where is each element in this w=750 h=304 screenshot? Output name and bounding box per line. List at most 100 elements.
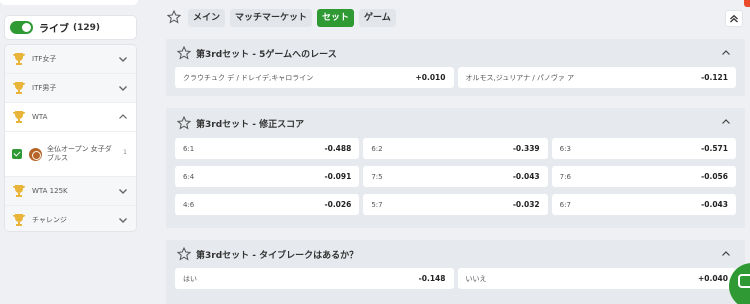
selection-name: 7:6 — [559, 172, 571, 181]
odds-value: -0.488 — [324, 144, 352, 153]
sidebar-subitem-french-open-doubles[interactable]: 全仏オープン 女子ダブルス 1 — [5, 132, 136, 177]
tab-main[interactable]: メイン — [188, 9, 226, 27]
tab-set[interactable]: セット — [317, 9, 355, 27]
market-section: 第3rdセット - タイブレークはあるか？ はい -0.148 いいえ +0.040 — [166, 240, 745, 304]
chevron-up-icon[interactable] — [118, 112, 128, 122]
odds-row: はい -0.148 いいえ +0.040 — [166, 268, 745, 289]
odds-cell[interactable]: 6:7 -0.043 — [551, 194, 736, 215]
odds-cell[interactable]: いいえ +0.040 — [457, 268, 736, 289]
odds-value: -0.043 — [512, 172, 540, 181]
odds-cell[interactable]: はい -0.148 — [175, 268, 454, 289]
double-chevron-up-icon — [730, 14, 738, 23]
odds-value: -0.032 — [512, 200, 540, 209]
odds-cell[interactable]: オルモス,ジュリアナ / パノヴァ ア -0.121 — [457, 67, 736, 88]
odds-value: -0.571 — [701, 144, 728, 153]
favorite-star-icon[interactable] — [177, 46, 191, 60]
market-section: 第3rdセット - 5ゲームへのレース クラウチュク デ / ドレイデ,キャロラ… — [166, 39, 745, 96]
chevron-up-icon[interactable] — [721, 117, 731, 127]
odds-value: -0.026 — [324, 200, 352, 209]
odds-value: +0.010 — [415, 73, 446, 82]
favorite-star-icon[interactable] — [177, 116, 191, 130]
main-content: メイン マッチマーケット セット ゲーム 第3rdセット - 5ゲームへのレース… — [150, 0, 750, 304]
market-tabs: メイン マッチマーケット セット ゲーム — [188, 9, 396, 27]
selection-name: いいえ — [465, 274, 487, 283]
odds-cell[interactable]: クラウチュク デ / ドレイデ,キャロライン +0.010 — [175, 67, 454, 88]
collapse-all-button[interactable] — [725, 10, 743, 27]
tab-game[interactable]: ゲーム — [359, 9, 396, 27]
odds-cell[interactable]: 6:1 -0.488 — [175, 138, 360, 159]
odds-value: -0.056 — [701, 172, 728, 181]
odds-row: クラウチュク デ / ドレイデ,キャロライン +0.010 オルモス,ジュリアナ… — [166, 67, 745, 88]
selection-name: 6:2 — [371, 144, 383, 153]
chevron-down-icon[interactable] — [118, 186, 128, 196]
selection-name: オルモス,ジュリアナ / パノヴァ ア — [465, 73, 575, 82]
trophy-icon — [13, 185, 25, 197]
section-header[interactable]: 第3rdセット - タイブレークはあるか？ — [166, 240, 745, 268]
sidebar-top-strip — [0, 0, 138, 5]
sidebar-item-label: WTA — [32, 113, 48, 121]
selection-name: 6:1 — [183, 144, 195, 153]
selection-name: 7:5 — [371, 172, 383, 181]
selection-name: はい — [183, 274, 197, 283]
odds-row: 6:4 -0.091 7:5 -0.043 7:6 -0.056 — [166, 166, 745, 187]
section-header[interactable]: 第3rdセット - 5ゲームへのレース — [166, 39, 745, 67]
live-count: (129) — [73, 22, 101, 33]
trophy-icon — [13, 111, 25, 123]
notification-badge — [744, 0, 750, 7]
odds-value: -0.148 — [418, 274, 446, 283]
section-title: 第3rdセット - 5ゲームへのレース — [196, 49, 337, 60]
live-toggle[interactable] — [10, 21, 33, 34]
section-header[interactable]: 第3rdセット - 修正スコア — [166, 108, 745, 138]
sidebar-item-label: チャレンジ — [32, 216, 67, 224]
selection-name: 6:7 — [559, 200, 571, 209]
selection-name: 4:6 — [183, 200, 195, 209]
odds-cell[interactable]: 7:6 -0.056 — [551, 166, 736, 187]
trophy-icon — [13, 214, 25, 226]
favorite-star-icon[interactable] — [177, 247, 191, 261]
odds-value: -0.121 — [701, 73, 728, 82]
live-toggle-box[interactable]: ライブ (129) — [4, 15, 137, 40]
odds-value: -0.091 — [324, 172, 352, 181]
chevron-up-icon[interactable] — [721, 48, 731, 58]
odds-cell[interactable]: 4:6 -0.026 — [175, 194, 360, 215]
favorite-star-icon[interactable] — [167, 10, 181, 24]
sidebar-item-label: ITF女子 — [32, 55, 57, 63]
chevron-down-icon[interactable] — [118, 83, 128, 93]
selected-checkbox[interactable] — [12, 149, 22, 159]
sidebar-item-challenger[interactable]: チャレンジ — [5, 206, 136, 231]
odds-cell[interactable]: 6:4 -0.091 — [175, 166, 360, 187]
chevron-down-icon[interactable] — [118, 215, 128, 225]
sidebar-item-itf-men[interactable]: ITF男子 — [5, 74, 136, 103]
odds-cell[interactable]: 5:7 -0.032 — [363, 194, 548, 215]
tab-match-market[interactable]: マッチマーケット — [230, 9, 313, 27]
odds-value: -0.339 — [512, 144, 540, 153]
selection-name: 6:3 — [559, 144, 571, 153]
tournament-list: ITF女子 ITF男子 WTA 全仏オープン 女子ダブルス 1 WTA 125K… — [4, 44, 137, 232]
sidebar: ライブ (129) ITF女子 ITF男子 WTA 全仏オープン 女子ダブルス … — [0, 0, 150, 304]
selection-name: 6:4 — [183, 172, 195, 181]
odds-cell[interactable]: 6:3 -0.571 — [551, 138, 736, 159]
odds-cell[interactable]: 6:2 -0.339 — [363, 138, 548, 159]
trophy-icon — [13, 53, 25, 65]
odds-value: -0.043 — [701, 200, 728, 209]
sidebar-item-wta[interactable]: WTA — [5, 103, 136, 132]
chat-icon — [738, 274, 750, 288]
odds-cell[interactable]: 7:5 -0.043 — [363, 166, 548, 187]
tennis-ball-icon — [29, 147, 42, 161]
sidebar-item-itf-women[interactable]: ITF女子 — [5, 45, 136, 74]
odds-row: 6:1 -0.488 6:2 -0.339 6:3 -0.571 — [166, 138, 745, 159]
section-title: 第3rdセット - 修正スコア — [196, 119, 305, 130]
subitem-count: 1 — [123, 149, 127, 156]
sidebar-item-wta-125k[interactable]: WTA 125K — [5, 177, 136, 206]
live-label: ライブ — [39, 24, 69, 35]
chevron-down-icon[interactable] — [118, 54, 128, 64]
odds-row: 4:6 -0.026 5:7 -0.032 6:7 -0.043 — [166, 194, 745, 215]
trophy-icon — [13, 82, 25, 94]
section-title: 第3rdセット - タイブレークはあるか？ — [196, 250, 359, 261]
odds-value: +0.040 — [697, 274, 728, 283]
sidebar-item-label: ITF男子 — [32, 84, 57, 92]
selection-name: クラウチュク デ / ドレイデ,キャロライン — [183, 73, 314, 82]
selection-name: 5:7 — [371, 200, 383, 209]
market-section: 第3rdセット - 修正スコア 6:1 -0.488 6:2 -0.339 6:3 -… — [166, 108, 745, 228]
chevron-up-icon[interactable] — [721, 249, 731, 259]
